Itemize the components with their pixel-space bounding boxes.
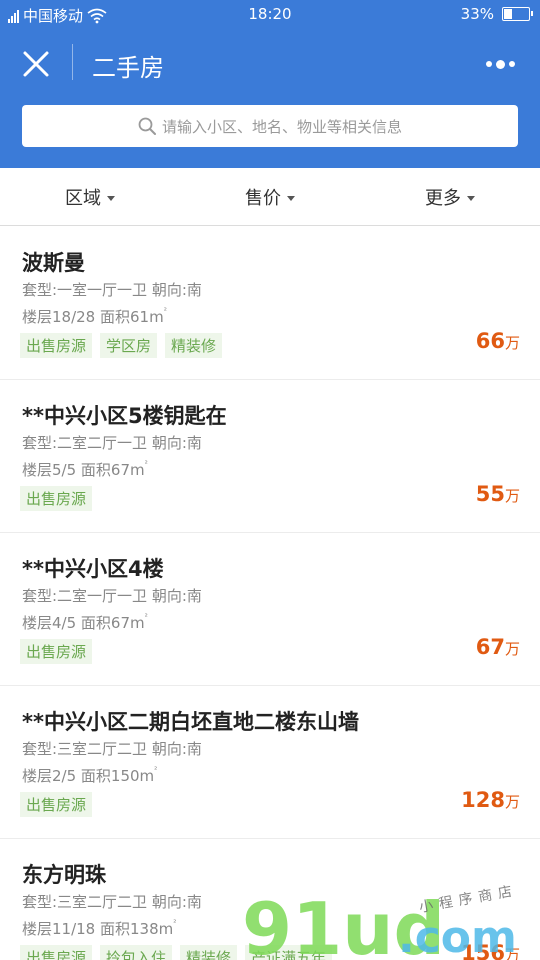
- floor-text: 楼层2/5 面积150m: [22, 767, 155, 785]
- listing-title: 东方明珠: [22, 863, 106, 887]
- listing-price: 156万: [461, 941, 520, 960]
- header-bar: 中国移动 18:20 33% 二手房 请输入小区、地名、物业等相关信息: [0, 0, 540, 168]
- chevron-down-icon: [467, 195, 475, 201]
- status-time: 18:20: [248, 5, 292, 23]
- nav-divider: [72, 44, 73, 80]
- listing-price: 128万: [461, 788, 520, 812]
- listing-layout: 套型:三室二厅二卫 朝向:南: [22, 740, 202, 758]
- price-value: 128: [461, 788, 505, 812]
- listing-item[interactable]: **中兴小区二期白坯直地二楼东山墙 套型:三室二厅二卫 朝向:南 楼层2/5 面…: [0, 686, 540, 839]
- listing-floor: 楼层2/5 面积150m²: [22, 765, 157, 786]
- floor-text: 楼层18/28 面积61m: [22, 308, 164, 326]
- tag: 出售房源: [20, 792, 93, 817]
- status-bar: 中国移动 18:20 33%: [0, 0, 540, 30]
- floor-text: 楼层5/5 面积67m: [22, 461, 145, 479]
- area-unit-superscript: ²: [144, 612, 148, 621]
- listing-tags: 出售房源 学区房 精装修: [20, 333, 223, 358]
- listing-tags: 出售房源 拎包入住 精装修 产证满五年: [20, 945, 333, 960]
- chevron-down-icon: [107, 195, 115, 201]
- tag: 出售房源: [20, 639, 93, 664]
- listing-layout: 套型:二室二厅一卫 朝向:南: [22, 434, 202, 452]
- area-unit-superscript: ²: [144, 459, 148, 468]
- price-unit: 万: [504, 640, 520, 658]
- price-unit: 万: [504, 487, 520, 505]
- listing-floor: 楼层11/18 面积138m²: [22, 918, 176, 939]
- listing-price: 67万: [476, 635, 520, 659]
- search-icon: [138, 117, 156, 135]
- price-value: 156: [461, 941, 505, 960]
- tag: 产证满五年: [245, 945, 333, 960]
- price-value: 67: [475, 635, 505, 659]
- page-title: 二手房: [92, 54, 164, 82]
- listing-tags: 出售房源: [20, 639, 93, 664]
- listing-price: 66万: [476, 329, 520, 353]
- listing-tags: 出售房源: [20, 792, 93, 817]
- area-unit-superscript: ²: [163, 306, 167, 315]
- status-right: 33%: [460, 5, 533, 23]
- filter-region[interactable]: 区域: [0, 168, 180, 225]
- listing-floor: 楼层18/28 面积61m²: [22, 306, 167, 327]
- listing-item[interactable]: **中兴小区4楼 套型:二室一厅一卫 朝向:南 楼层4/5 面积67m² 出售房…: [0, 533, 540, 686]
- listing-floor: 楼层4/5 面积67m²: [22, 612, 148, 633]
- close-icon[interactable]: [18, 48, 54, 80]
- tag: 出售房源: [20, 486, 93, 511]
- listing-title: **中兴小区4楼: [22, 557, 164, 581]
- listing-floor: 楼层5/5 面积67m²: [22, 459, 148, 480]
- filter-label: 售价: [245, 187, 281, 209]
- more-options-icon[interactable]: [486, 52, 522, 76]
- filter-label: 区域: [65, 187, 101, 209]
- tag: 学区房: [100, 333, 158, 358]
- search-placeholder: 请输入小区、地名、物业等相关信息: [161, 117, 402, 136]
- listing-layout: 套型:三室二厅二卫 朝向:南: [22, 893, 202, 911]
- listing-layout: 套型:一室一厅一卫 朝向:南: [22, 281, 202, 299]
- tag: 出售房源: [20, 333, 93, 358]
- price-unit: 万: [504, 793, 520, 811]
- tag: 出售房源: [20, 945, 93, 960]
- area-unit-superscript: ²: [154, 765, 158, 774]
- search-input[interactable]: 请输入小区、地名、物业等相关信息: [22, 105, 518, 147]
- filter-more[interactable]: 更多: [360, 168, 540, 225]
- price-value: 55: [475, 482, 505, 506]
- listing-item[interactable]: **中兴小区5楼钥匙在 套型:二室二厅一卫 朝向:南 楼层5/5 面积67m² …: [0, 380, 540, 533]
- listing-title: 波斯曼: [22, 251, 85, 275]
- filter-price[interactable]: 售价: [180, 168, 360, 225]
- nav-bar: 二手房: [0, 34, 540, 94]
- floor-text: 楼层11/18 面积138m: [22, 920, 174, 938]
- listing-price: 55万: [476, 482, 520, 506]
- listing-item[interactable]: 波斯曼 套型:一室一厅一卫 朝向:南 楼层18/28 面积61m² 出售房源 学…: [0, 227, 540, 380]
- tag: 拎包入住: [100, 945, 173, 960]
- listing-layout: 套型:二室一厅一卫 朝向:南: [22, 587, 202, 605]
- battery-percent: 33%: [460, 5, 494, 23]
- chevron-down-icon: [287, 195, 295, 201]
- battery-icon: [502, 7, 533, 21]
- listing-item[interactable]: 东方明珠 套型:三室二厅二卫 朝向:南 楼层11/18 面积138m² 出售房源…: [0, 839, 540, 960]
- filter-label: 更多: [425, 187, 461, 209]
- listing-tags: 出售房源: [20, 486, 93, 511]
- area-unit-superscript: ²: [173, 918, 177, 927]
- listing-title: **中兴小区二期白坯直地二楼东山墙: [22, 710, 359, 734]
- price-unit: 万: [504, 946, 520, 960]
- listing-title: **中兴小区5楼钥匙在: [22, 404, 227, 428]
- tag: 精装修: [180, 945, 238, 960]
- listing-list: 波斯曼 套型:一室一厅一卫 朝向:南 楼层18/28 面积61m² 出售房源 学…: [0, 227, 540, 960]
- filter-bar: 区域 售价 更多: [0, 168, 540, 226]
- floor-text: 楼层4/5 面积67m: [22, 614, 145, 632]
- price-value: 66: [475, 329, 505, 353]
- tag: 精装修: [165, 333, 223, 358]
- price-unit: 万: [504, 334, 520, 352]
